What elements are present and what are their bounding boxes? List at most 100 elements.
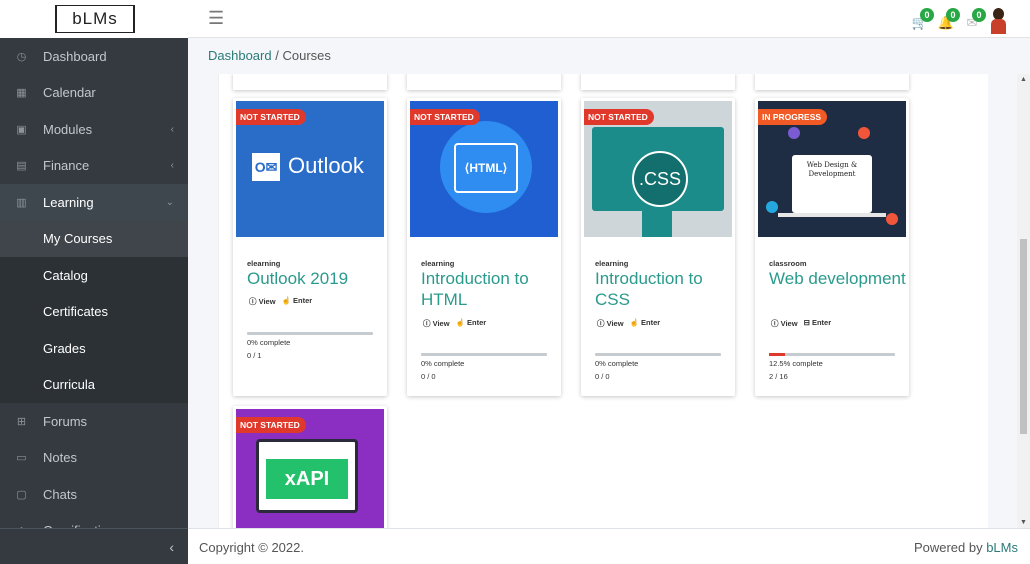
course-thumbnail[interactable]: NOT STARTED .CSS [584, 101, 732, 237]
breadcrumb-separator: / [275, 48, 279, 63]
sidebar-item-modules[interactable]: ▣ Modules ‹ [0, 111, 188, 148]
notification-icon[interactable]: 🔔 0 [936, 8, 960, 31]
sidebar: ◷ Dashboard ▦ Calendar ▣ Modules ‹ ▤ Fin… [0, 38, 188, 564]
sidebar-item-chats[interactable]: ▢ Chats [0, 476, 188, 513]
sidebar-item-notes[interactable]: ▭ Notes [0, 440, 188, 477]
sidebar-item-label: Chats [43, 486, 77, 502]
course-actions: ⓘ View ☝ Enter [249, 296, 312, 307]
progress-label: 0% complete [595, 359, 639, 368]
course-card[interactable]: NOT STARTED ⟨HTML⟩ elearning Introductio… [407, 98, 561, 396]
chevron-left-icon: ‹ [169, 538, 174, 555]
page-footer: Copyright © 2022. Powered by bLMs [188, 528, 1030, 564]
user-avatar[interactable] [988, 6, 1008, 34]
progress-count: 2 / 16 [769, 372, 788, 381]
course-card[interactable]: NOT STARTED xAPI [233, 406, 387, 528]
course-title[interactable]: Web development [769, 268, 909, 289]
breadcrumb-dashboard-link[interactable]: Dashboard [208, 48, 272, 63]
sidebar-item-dashboard[interactable]: ◷ Dashboard [0, 38, 188, 75]
sidebar-item-forums[interactable]: ⊞ Forums [0, 403, 188, 440]
menu-toggle-icon[interactable]: ☰ [208, 8, 224, 29]
top-navbar: bLMs ☰ 🛒 0 🔔 0 ✉ 0 [0, 0, 1030, 38]
app-logo[interactable]: bLMs [55, 5, 135, 33]
sidebar-item-certificates[interactable]: Certificates [0, 294, 188, 331]
chevron-down-icon: ⌄ [165, 196, 174, 208]
notification-count-badge: 0 [946, 8, 960, 22]
thumbnail-text: Outlook [288, 153, 364, 178]
progress-label: 0% complete [421, 359, 465, 368]
view-button[interactable]: ⓘ View [423, 318, 450, 329]
sidebar-item-catalog[interactable]: Catalog [0, 257, 188, 294]
top-icons: 🛒 0 🔔 0 ✉ 0 [910, 6, 1008, 34]
course-title[interactable]: Introduction to CSS [595, 268, 735, 310]
course-card-partial [233, 74, 387, 90]
progress-bar [421, 353, 547, 356]
course-type: classroom [769, 259, 807, 268]
course-title[interactable]: Outlook 2019 [247, 268, 387, 289]
outlook-logo-icon: O✉ [252, 153, 280, 181]
breadcrumb-current: Courses [282, 48, 331, 63]
view-button[interactable]: ⓘ View [597, 318, 624, 329]
status-badge: IN PROGRESS [758, 109, 828, 125]
view-button[interactable]: ⓘ View [249, 296, 276, 307]
thumbnail-text: .CSS [632, 151, 688, 207]
course-card-partial [581, 74, 735, 90]
modules-icon: ▣ [16, 123, 27, 136]
chevron-left-icon: ‹ [170, 160, 174, 172]
course-card-partial [407, 74, 561, 90]
course-actions: ⓘ View ⊟ Enter [771, 318, 831, 329]
course-actions: ⓘ View ☝ Enter [423, 318, 486, 329]
progress-count: 0 / 0 [595, 372, 610, 381]
learning-submenu: My Courses Catalog Certificates Grades C… [0, 220, 188, 404]
course-thumbnail[interactable]: IN PROGRESS Web Design & Development [758, 101, 906, 237]
progress-bar [247, 332, 373, 335]
scroll-up-icon[interactable]: ▲ [1020, 76, 1027, 83]
sidebar-item-learning[interactable]: ▥ Learning ⌄ [0, 184, 188, 221]
course-card[interactable]: IN PROGRESS Web Design & Development cla… [755, 98, 909, 396]
sidebar-item-finance[interactable]: ▤ Finance ‹ [0, 148, 188, 185]
course-type: elearning [421, 259, 455, 268]
sidebar-item-grades[interactable]: Grades [0, 330, 188, 367]
sidebar-item-label: Calendar [43, 85, 96, 101]
course-card[interactable]: NOT STARTED O✉ Outlook elearning Outlook… [233, 98, 387, 396]
calendar-icon: ▦ [16, 87, 27, 100]
powered-by-link[interactable]: bLMs [986, 540, 1018, 555]
progress-label: 0% complete [247, 338, 291, 347]
course-type: elearning [595, 259, 629, 268]
course-title[interactable]: Introduction to HTML [421, 268, 561, 310]
status-badge: NOT STARTED [584, 109, 654, 125]
forums-icon: ⊞ [16, 415, 27, 428]
sidebar-item-label: Learning [43, 194, 94, 210]
message-count-badge: 0 [972, 8, 986, 22]
course-thumbnail[interactable]: NOT STARTED ⟨HTML⟩ [410, 101, 558, 237]
learning-icon: ▥ [16, 196, 27, 209]
status-badge: NOT STARTED [410, 109, 480, 125]
status-badge: NOT STARTED [236, 109, 306, 125]
sidebar-item-calendar[interactable]: ▦ Calendar [0, 75, 188, 112]
course-card[interactable]: NOT STARTED .CSS elearning Introduction … [581, 98, 735, 396]
sidebar-item-curricula[interactable]: Curricula [0, 367, 188, 404]
scroll-down-icon[interactable]: ▼ [1020, 519, 1027, 526]
course-actions: ⓘ View ☝ Enter [597, 318, 660, 329]
course-thumbnail[interactable]: NOT STARTED O✉ Outlook [236, 101, 384, 237]
cart-icon[interactable]: 🛒 0 [910, 8, 934, 31]
status-badge: NOT STARTED [236, 417, 306, 433]
enter-button[interactable]: ☝ Enter [282, 296, 313, 307]
scrollbar-thumb[interactable] [1020, 239, 1027, 434]
chats-icon: ▢ [16, 488, 27, 501]
message-icon[interactable]: ✉ 0 [962, 8, 986, 31]
dashboard-icon: ◷ [16, 50, 27, 63]
enter-button[interactable]: ⊟ Enter [804, 318, 832, 329]
course-card-partial [755, 74, 909, 90]
vertical-scrollbar[interactable]: ▲ ▼ [1017, 74, 1030, 528]
copyright-text: Copyright © 2022. [199, 540, 304, 555]
sidebar-item-my-courses[interactable]: My Courses [0, 220, 188, 257]
sidebar-collapse-button[interactable]: ‹ [0, 528, 188, 564]
notes-icon: ▭ [16, 452, 27, 465]
enter-button[interactable]: ☝ Enter [630, 318, 661, 329]
enter-button[interactable]: ☝ Enter [456, 318, 487, 329]
sidebar-item-label: Forums [43, 413, 88, 429]
sidebar-item-label: Dashboard [43, 48, 107, 64]
powered-by-text: Powered by bLMs [913, 540, 1018, 555]
view-button[interactable]: ⓘ View [771, 318, 798, 329]
course-thumbnail[interactable]: NOT STARTED xAPI [236, 409, 384, 528]
